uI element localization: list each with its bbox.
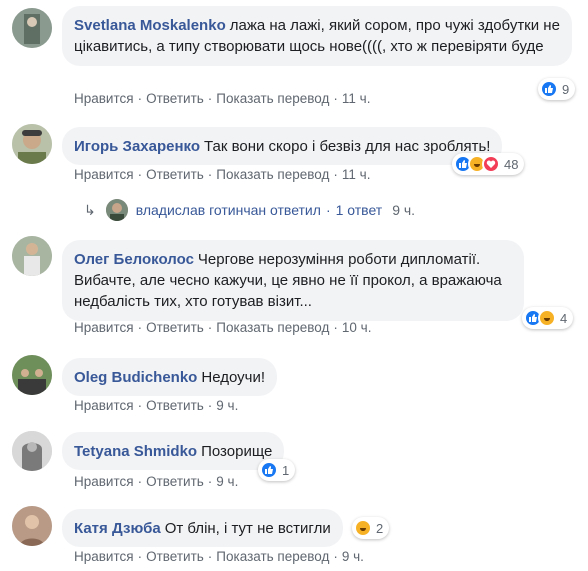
show-translation-button[interactable]: Показать перевод	[216, 167, 329, 182]
reply-author: владислав готинчан	[135, 202, 267, 218]
avatar[interactable]	[12, 431, 52, 471]
show-translation-button[interactable]: Показать перевод	[216, 320, 329, 335]
separator: ·	[137, 320, 143, 335]
comment-author[interactable]: Олег Белоколос	[74, 251, 194, 268]
avatar[interactable]	[12, 506, 52, 546]
like-button[interactable]: Нравится	[74, 320, 134, 335]
separator: ·	[207, 320, 213, 335]
reaction-count: 9	[562, 81, 570, 97]
comment-actions: Нравится · Ответить · 9 ч.	[74, 474, 238, 489]
separator: ·	[333, 549, 338, 564]
separator: ·	[333, 91, 338, 106]
comment-actions: Нравится · Ответить · Показать перевод · 9 ч.	[74, 549, 364, 564]
reaction-count: 1	[282, 462, 290, 478]
like-button[interactable]: Нравится	[74, 167, 134, 182]
comment-bubble: Катя Дзюба От блін, і тут не встигли	[62, 509, 343, 547]
separator: ·	[137, 549, 143, 564]
reply-timestamp: 9 ч.	[392, 202, 416, 218]
view-replies-link[interactable]: ↳ владислав готинчан ответил · 1 ответ 9…	[84, 198, 415, 222]
comment-timestamp[interactable]: 11 ч.	[342, 167, 371, 182]
show-translation-button[interactable]: Показать перевод	[216, 91, 329, 106]
comment-bubble: Tetyana Shmidko Позорище	[62, 432, 285, 470]
like-button[interactable]: Нравится	[74, 474, 134, 489]
separator: ·	[137, 474, 143, 489]
separator: ·	[137, 167, 143, 182]
comment-timestamp[interactable]: 11 ч.	[342, 91, 371, 106]
show-translation-button[interactable]: Показать перевод	[216, 549, 329, 564]
comment-text: Так вони скоро і безвіз для нас зроблять…	[204, 138, 491, 155]
reply-button[interactable]: Ответить	[146, 474, 204, 489]
comment-actions: Нравится · Ответить · Показать перевод · 11 ч.	[74, 91, 370, 106]
reaction-count: 48	[504, 156, 519, 172]
reply-arrow-icon: ↳	[84, 201, 96, 218]
love-icon	[482, 155, 500, 173]
comment-actions: Нравится · Ответить · 9 ч.	[74, 398, 238, 413]
haha-icon	[538, 309, 556, 327]
comment-timestamp[interactable]: 9 ч.	[216, 398, 238, 413]
like-icon	[260, 461, 278, 479]
separator: ·	[207, 474, 213, 489]
separator: ·	[207, 91, 213, 106]
like-button[interactable]: Нравится	[74, 398, 134, 413]
comment-author[interactable]: Oleg Budichenko	[74, 369, 197, 386]
comment-bubble: Oleg Budichenko Недоучи!	[62, 358, 277, 396]
reply-button[interactable]: Ответить	[146, 91, 204, 106]
like-button[interactable]: Нравится	[74, 91, 134, 106]
reaction-summary[interactable]: 2	[352, 517, 390, 539]
reaction-count: 2	[376, 520, 384, 536]
separator: ·	[207, 167, 213, 182]
haha-icon	[354, 519, 372, 537]
separator: ·	[333, 320, 338, 335]
reply-count: 1 ответ	[335, 202, 383, 218]
reply-button[interactable]: Ответить	[146, 167, 204, 182]
avatar[interactable]	[12, 355, 52, 395]
avatar[interactable]	[12, 124, 52, 164]
comment-bubble: Олег Белоколос Чергове нерозуміння роботи…	[62, 240, 524, 321]
reaction-summary[interactable]: 9	[538, 78, 576, 100]
separator: ·	[137, 398, 143, 413]
comment-actions: Нравится · Ответить · Показать перевод · 10 ч.	[74, 320, 371, 335]
avatar[interactable]	[12, 8, 52, 48]
reaction-count: 4	[560, 310, 568, 326]
comment-author[interactable]: Игорь Захаренко	[74, 138, 200, 155]
separator: ·	[325, 202, 331, 218]
comment-text: Позорище	[201, 443, 273, 460]
reply-button[interactable]: Ответить	[146, 320, 204, 335]
reaction-summary[interactable]: 1	[258, 459, 296, 481]
comment-timestamp[interactable]: 10 ч.	[342, 320, 372, 335]
comment-text: От блін, і тут не встигли	[164, 520, 331, 537]
avatar[interactable]	[12, 236, 52, 276]
separator: ·	[333, 167, 338, 182]
like-button[interactable]: Нравится	[74, 549, 134, 564]
like-icon	[540, 80, 558, 98]
comment-text: Недоучи!	[201, 369, 265, 386]
comment-author[interactable]: Катя Дзюба	[74, 520, 161, 537]
reaction-summary[interactable]: 48	[452, 153, 525, 175]
separator: ·	[207, 398, 213, 413]
comment-bubble: Игорь Захаренко Так вони скоро і безвіз д…	[62, 127, 503, 165]
comment-actions: Нравится · Ответить · Показать перевод · 11 ч.	[74, 167, 370, 182]
reply-button[interactable]: Ответить	[146, 398, 204, 413]
reply-action: ответил	[270, 202, 321, 218]
comment-timestamp[interactable]: 9 ч.	[216, 474, 238, 489]
separator: ·	[137, 91, 143, 106]
comment-timestamp[interactable]: 9 ч.	[342, 549, 364, 564]
comment-author[interactable]: Tetyana Shmidko	[74, 443, 197, 460]
separator: ·	[207, 549, 213, 564]
reply-button[interactable]: Ответить	[146, 549, 204, 564]
comment-bubble: Svetlana Moskalenko лажа на лажі, який со…	[62, 6, 572, 66]
avatar	[105, 199, 128, 221]
reaction-summary[interactable]: 4	[522, 307, 574, 329]
comment-author[interactable]: Svetlana Moskalenko	[74, 17, 226, 34]
